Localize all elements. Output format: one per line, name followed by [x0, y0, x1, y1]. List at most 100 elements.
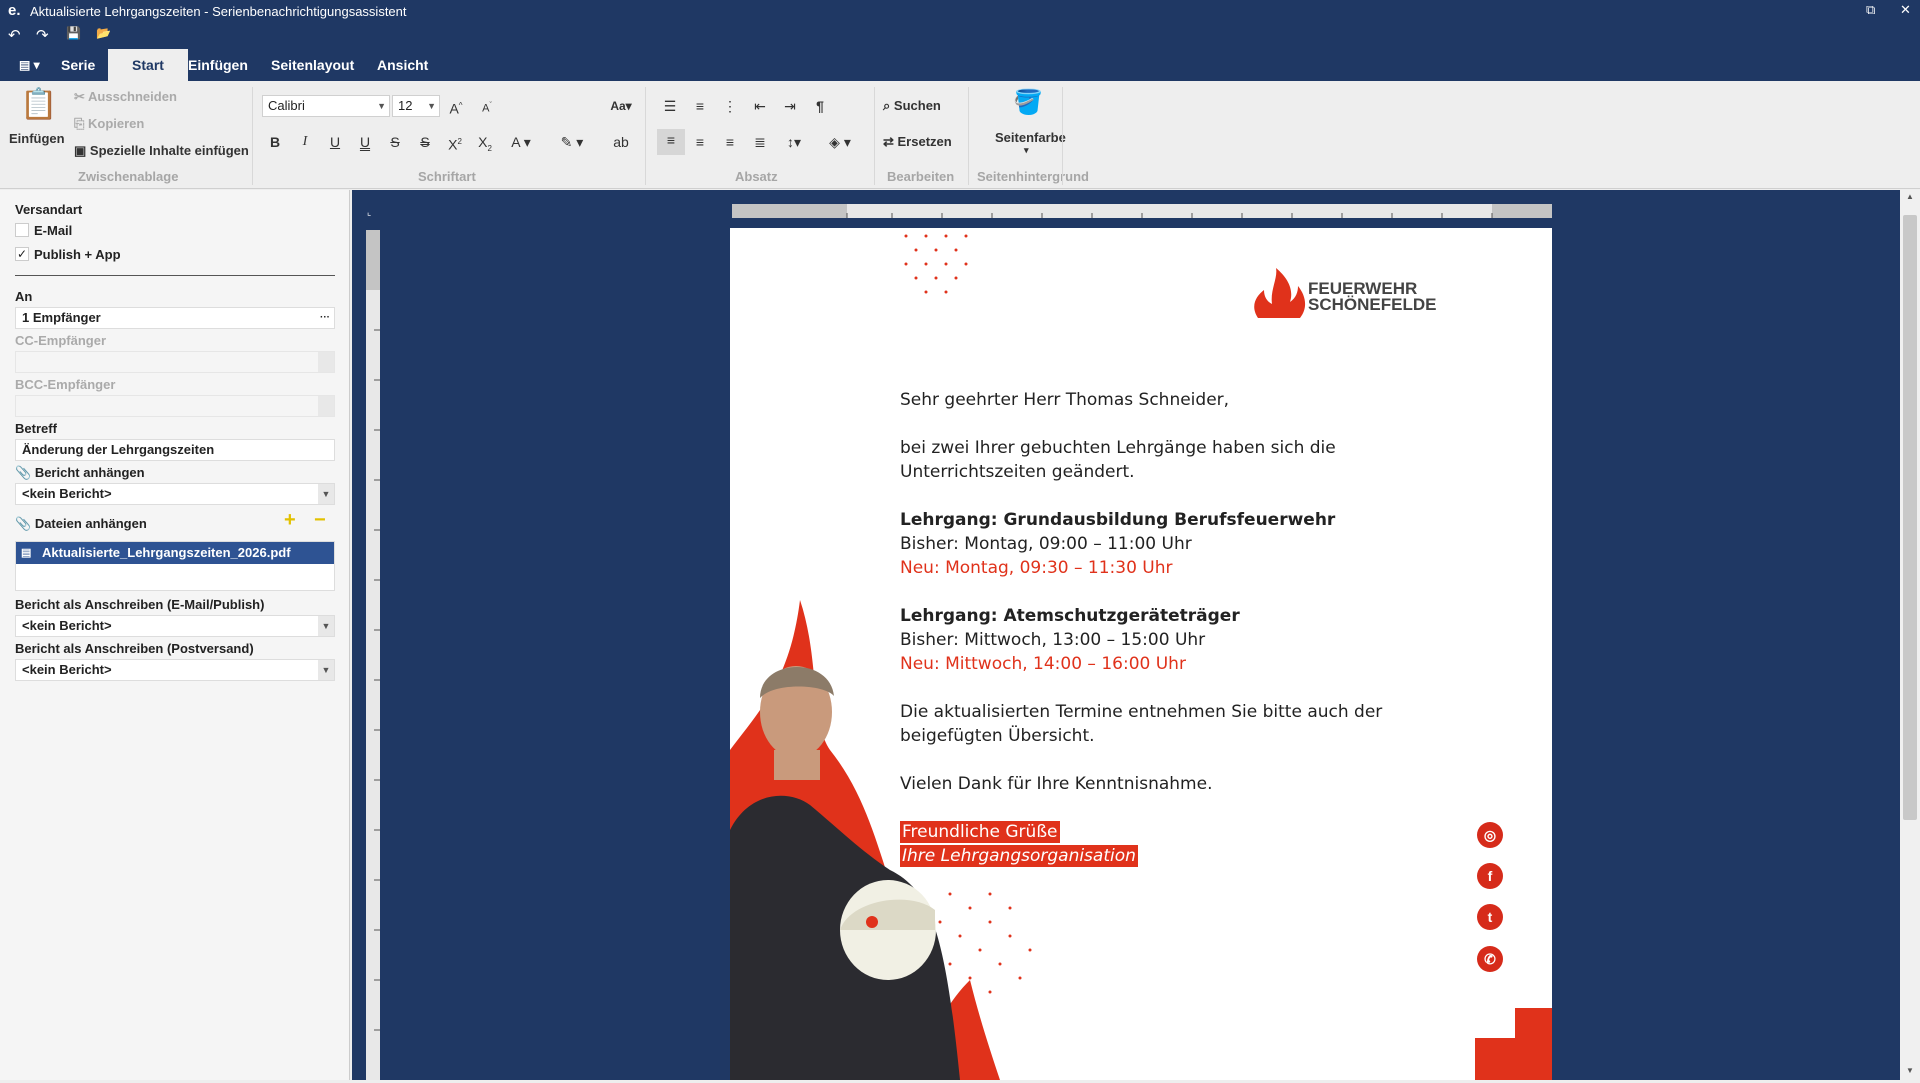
mail-settings-panel: Versandart E-Mail ✓ Publish + App An 1 E…	[0, 190, 350, 1080]
line-spacing-icon[interactable]: ↕▾	[779, 131, 809, 153]
group-separator	[645, 87, 646, 185]
italic-icon[interactable]: I	[294, 131, 316, 153]
add-icon[interactable]: +	[284, 509, 296, 532]
course1-title: Lehrgang: Grundausbildung Berufsfeuerweh…	[900, 510, 1336, 530]
tab-serie[interactable]: Serie	[46, 49, 110, 81]
more-icon[interactable]: ···	[320, 308, 330, 328]
page-color-icon[interactable]: 🪣	[1012, 87, 1044, 119]
scroll-up-icon[interactable]: ▲	[1906, 192, 1914, 201]
font-color-icon[interactable]: A ▾	[506, 131, 536, 153]
ribbon: 📋 Einfügen ✂ Ausschneiden ⎘ Kopieren ▣ S…	[0, 81, 1920, 189]
bullet-list-icon[interactable]: ☰	[659, 95, 681, 117]
chevron-down-icon[interactable]: ▼	[318, 616, 334, 636]
font-size-select[interactable]: 12 ▼	[392, 95, 440, 117]
note-line-1: Die aktualisierten Termine entnehmen Sie…	[900, 702, 1383, 722]
quick-access-toolbar: ↶ ↷ 💾 📂	[0, 22, 1920, 49]
double-underline-icon[interactable]: U	[354, 131, 376, 153]
numbered-list-icon[interactable]: ≡	[689, 95, 711, 117]
cc-field[interactable]	[15, 351, 335, 373]
chevron-down-icon[interactable]: ▼	[318, 484, 334, 504]
chevron-down-icon[interactable]: ▾	[1024, 145, 1029, 156]
justify-icon[interactable]: ≣	[749, 131, 771, 153]
file-item[interactable]: ▤ Aktualisierte_Lehrgangszeiten_2026.pdf	[16, 542, 334, 564]
clear-format-icon[interactable]: ab	[610, 131, 632, 153]
tab-ansicht[interactable]: Ansicht	[362, 49, 443, 81]
fire-department-logo: FEUERWEHR SCHÖNEFELDE	[1250, 268, 1470, 320]
pilcrow-icon[interactable]: ¶	[809, 95, 831, 117]
cover-letter-post-select[interactable]: <kein Bericht> ▼	[15, 659, 335, 681]
tab-einfuegen[interactable]: Einfügen	[173, 49, 263, 81]
an-label: An	[15, 289, 33, 304]
undo-icon[interactable]: ↶	[8, 26, 21, 44]
remove-icon[interactable]: −	[314, 509, 326, 532]
publish-checkbox[interactable]: ✓	[15, 247, 29, 261]
restore-icon[interactable]: ⧉	[1866, 2, 1875, 18]
save-icon[interactable]: 💾	[66, 26, 81, 40]
paste-special-button[interactable]: ▣ Spezielle Inhalte einfügen	[74, 143, 249, 159]
course1-new-time: Neu: Montag, 09:30 – 11:30 Uhr	[900, 558, 1173, 578]
app-icon: e.	[8, 2, 21, 19]
salutation: Sehr geehrter Herr Thomas Schneider,	[900, 390, 1230, 410]
paste-button[interactable]: Einfügen	[9, 131, 65, 146]
search-button[interactable]: ⌕ Suchen	[883, 98, 941, 114]
facebook-icon[interactable]: f	[1477, 863, 1503, 889]
increase-indent-icon[interactable]: ⇥	[779, 95, 801, 117]
attach-report-select[interactable]: <kein Bericht> ▼	[15, 483, 335, 505]
font-family-select[interactable]: Calibri ▼	[262, 95, 390, 117]
binoculars-icon: ⌕	[883, 98, 894, 113]
chevron-down-icon[interactable]: ▼	[318, 660, 334, 680]
whatsapp-icon[interactable]: ✆	[1477, 946, 1503, 972]
subject-input[interactable]: Änderung der Lehrgangszeiten	[15, 439, 335, 461]
align-center-icon[interactable]: ≡	[689, 131, 711, 153]
highlight-color-icon[interactable]: ✎ ▾	[552, 131, 592, 153]
versandart-label: Versandart	[15, 202, 83, 217]
subscript-icon[interactable]: X2	[474, 131, 496, 153]
vertical-ruler[interactable]	[366, 230, 380, 1080]
page-color-button[interactable]: Seitenfarbe	[995, 130, 1066, 145]
multilevel-list-icon[interactable]: ⋮	[719, 95, 741, 117]
copy-icon: ⎘	[74, 116, 89, 131]
more-icon[interactable]	[318, 396, 334, 416]
tab-stop-icon[interactable]: ⌞	[367, 207, 371, 218]
horizontal-ruler[interactable]	[732, 204, 1552, 218]
shrink-font-icon[interactable]: Aˇ	[476, 95, 498, 117]
shading-icon[interactable]: ◈ ▾	[820, 131, 860, 153]
superscript-icon[interactable]: X2	[444, 131, 466, 153]
cut-button[interactable]: ✂ Ausschneiden	[74, 89, 177, 105]
cover-letter-email-select[interactable]: <kein Bericht> ▼	[15, 615, 335, 637]
double-strikethrough-icon[interactable]: S	[414, 131, 436, 153]
align-right-icon[interactable]: ≡	[719, 131, 741, 153]
email-checkbox[interactable]	[15, 223, 29, 237]
replace-button[interactable]: ⇄ Ersetzen	[883, 134, 952, 150]
bcc-field[interactable]	[15, 395, 335, 417]
paste-special-icon: ▣	[74, 143, 90, 158]
more-icon[interactable]	[318, 352, 334, 372]
grow-font-icon[interactable]: A^	[445, 95, 467, 117]
copy-button[interactable]: ⎘ Kopieren	[74, 116, 144, 132]
scissors-icon: ✂	[74, 89, 89, 104]
underline-icon[interactable]: U	[324, 131, 346, 153]
tab-seitenlayout[interactable]: Seitenlayout	[256, 49, 369, 81]
twitter-icon[interactable]: t	[1477, 904, 1503, 930]
align-left-icon[interactable]: ≡	[657, 129, 685, 155]
course2-old-time: Bisher: Mittwoch, 13:00 – 15:00 Uhr	[900, 630, 1206, 650]
scroll-down-icon[interactable]: ▼	[1906, 1066, 1914, 1075]
window-title: Aktualisierte Lehrgangszeiten - Serienbe…	[30, 4, 407, 19]
title-bar: e. Aktualisierte Lehrgangszeiten - Serie…	[0, 0, 1920, 22]
instagram-icon[interactable]: ◎	[1477, 822, 1503, 848]
change-case-icon[interactable]: Aa▾	[606, 95, 636, 117]
course2-new-time: Neu: Mittwoch, 14:00 – 16:00 Uhr	[900, 654, 1186, 674]
decorative-dots	[904, 234, 968, 294]
strikethrough-icon[interactable]: S	[384, 131, 406, 153]
recipients-field[interactable]: 1 Empfänger ···	[15, 307, 335, 329]
letter-page[interactable]: FEUERWEHR SCHÖNEFELDE Sehr geehrter Herr…	[730, 228, 1552, 1080]
paste-icon[interactable]: 📋	[20, 87, 57, 123]
group-separator	[968, 87, 969, 185]
redo-icon[interactable]: ↷	[36, 26, 49, 44]
thanks-line: Vielen Dank für Ihre Kenntnisnahme.	[900, 774, 1213, 794]
decrease-indent-icon[interactable]: ⇤	[749, 95, 771, 117]
open-folder-icon[interactable]: 📂	[96, 26, 111, 40]
bold-icon[interactable]: B	[264, 131, 286, 153]
close-icon[interactable]: ✕	[1900, 2, 1911, 18]
scrollbar-thumb[interactable]	[1903, 215, 1917, 820]
